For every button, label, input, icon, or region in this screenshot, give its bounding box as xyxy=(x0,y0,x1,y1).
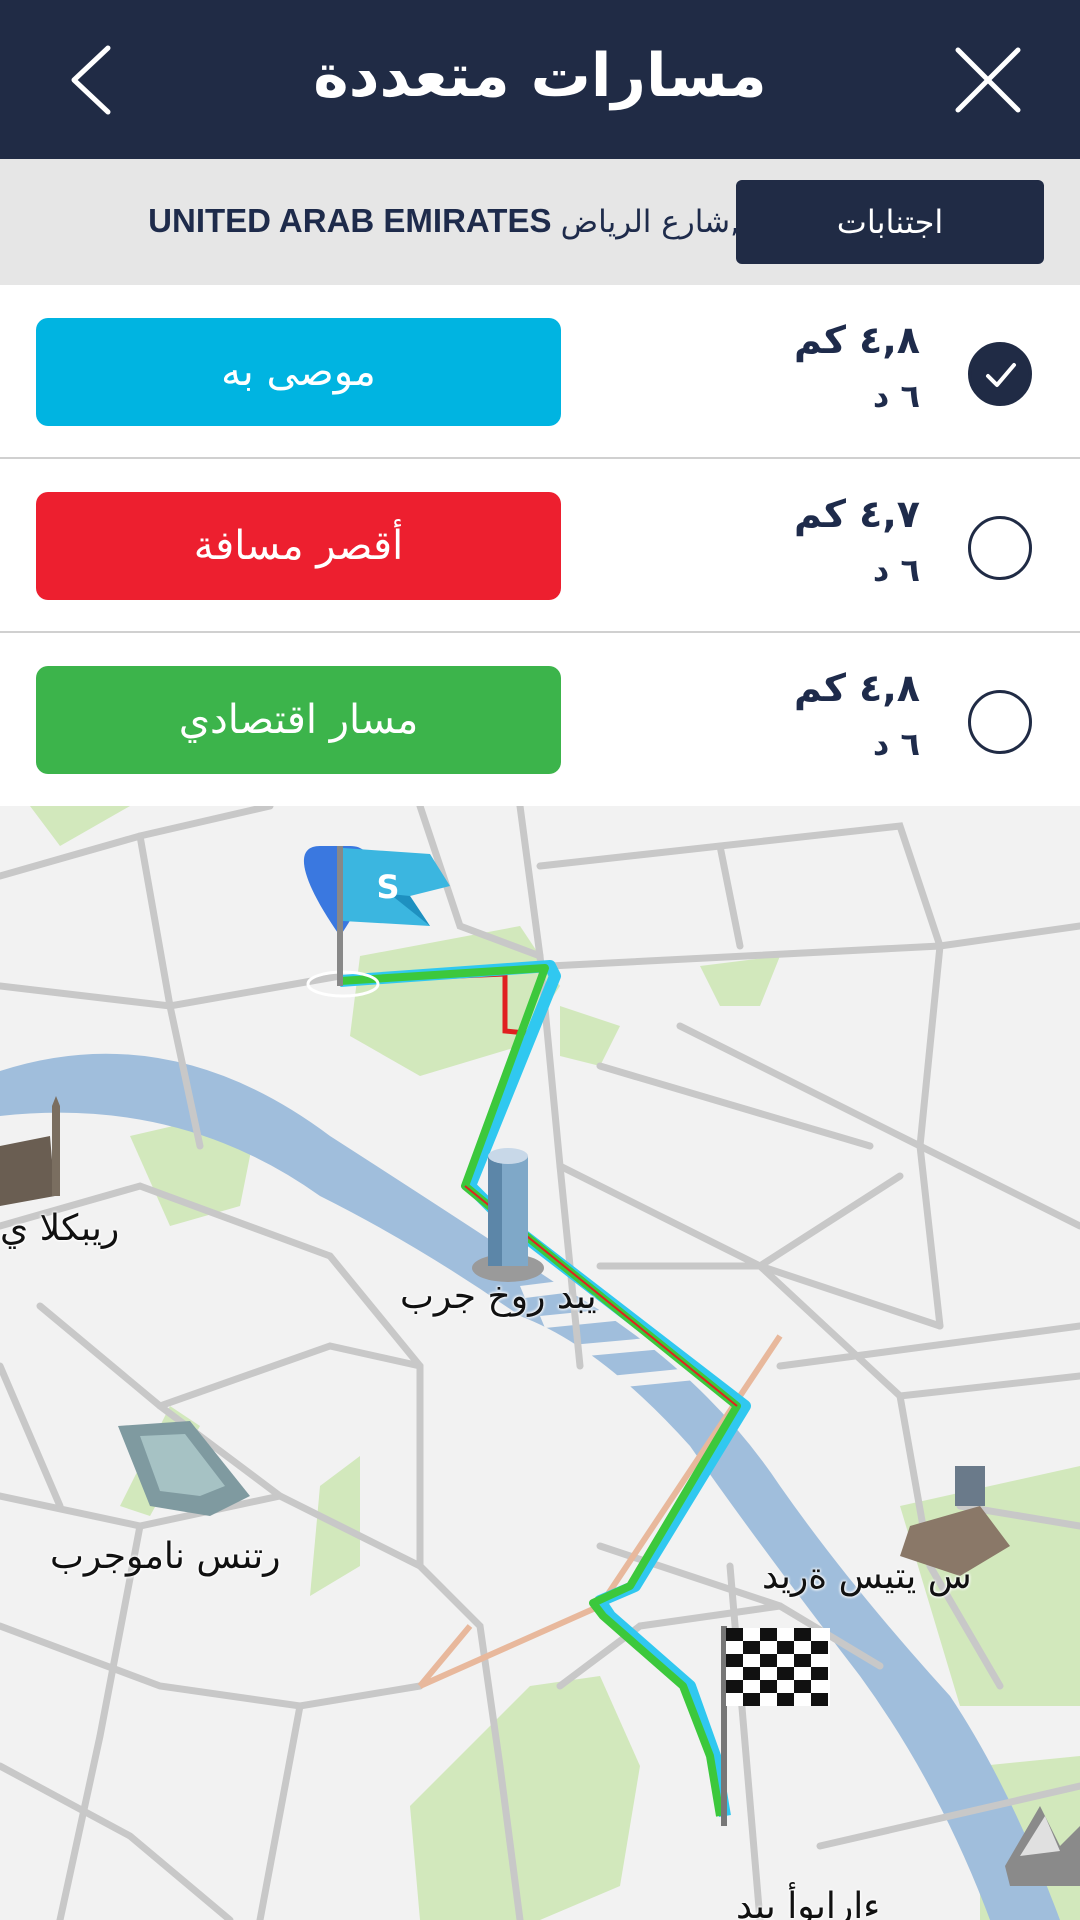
app-header: مسارات متعددة xyxy=(0,0,1080,159)
checkmark-icon xyxy=(986,363,1016,387)
finish-flag-icon xyxy=(726,1628,830,1706)
map-view[interactable]: S ريبكلا ي يبد روخ جرب رتنس ناموجرب س يت… xyxy=(0,806,1080,1920)
route-radio-selected[interactable] xyxy=(968,342,1032,406)
destination-street: شارع الرياض, xyxy=(560,204,740,240)
page-title: مسارات متعددة xyxy=(313,41,767,111)
map-canvas[interactable]: S xyxy=(0,806,1080,1920)
route-radio[interactable] xyxy=(968,516,1032,580)
route-distance: ٤,٧ كم xyxy=(794,492,920,536)
close-button[interactable] xyxy=(948,40,1028,120)
svg-text:S: S xyxy=(376,868,399,906)
map-label-tower: يبد روخ جرب xyxy=(400,1276,597,1317)
close-icon xyxy=(955,47,1021,113)
route-option-recommended[interactable]: موصى به ٤,٨ كم ٦ د xyxy=(0,285,1080,459)
route-time: ٦ د xyxy=(872,725,920,763)
route-distance: ٤,٨ كم xyxy=(794,318,920,362)
map-label-mosque: ريبكلا ي xyxy=(0,1208,120,1249)
route-type-button[interactable]: موصى به xyxy=(36,318,561,426)
route-radio[interactable] xyxy=(968,690,1032,754)
avoidances-button[interactable]: اجتنابات xyxy=(736,180,1044,264)
route-options-list: موصى به ٤,٨ كم ٦ د أقصر مسافة ٤,٧ كم ٦ د… xyxy=(0,285,1080,812)
route-type-button[interactable]: مسار اقتصادي xyxy=(36,666,561,774)
route-time: ٦ د xyxy=(872,377,920,415)
destination-address: UNITED ARAB EMIRATES شارع الرياض, xyxy=(60,202,740,242)
route-option-shortest[interactable]: أقصر مسافة ٤,٧ كم ٦ د xyxy=(0,459,1080,633)
map-label-museum: س يتيس ةريد xyxy=(762,1556,972,1597)
route-time: ٦ د xyxy=(872,551,920,589)
destination-country: UNITED ARAB EMIRATES xyxy=(148,202,552,239)
map-label-palace: رتنس ناموجرب xyxy=(50,1536,281,1577)
route-type-button[interactable]: أقصر مسافة xyxy=(36,492,561,600)
route-distance: ٤,٨ كم xyxy=(794,666,920,710)
map-label-opera: ءارابوأ يبد xyxy=(736,1886,881,1920)
route-option-economical[interactable]: مسار اقتصادي ٤,٨ كم ٦ د xyxy=(0,633,1080,812)
